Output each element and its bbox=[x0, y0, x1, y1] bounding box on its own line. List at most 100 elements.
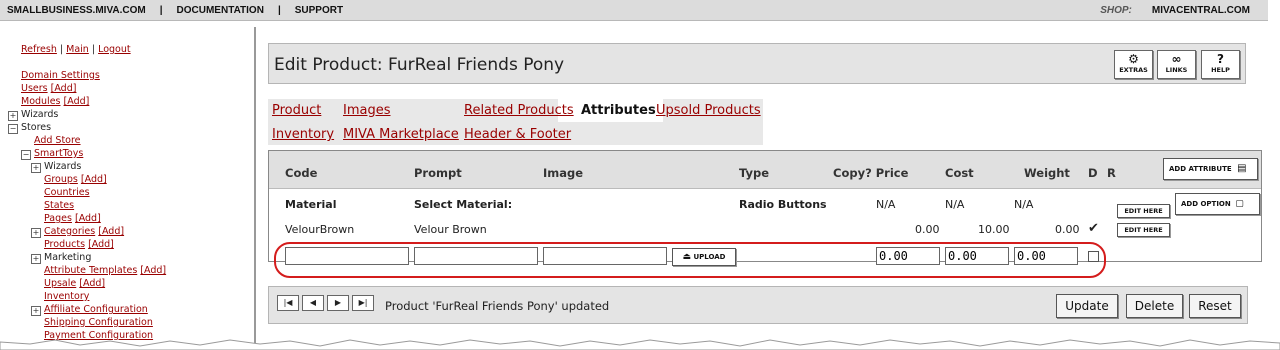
add-store-link[interactable]: Add Store bbox=[34, 135, 81, 146]
default-checkbox[interactable] bbox=[1088, 251, 1099, 262]
collapse-icon[interactable]: − bbox=[8, 124, 18, 134]
expand-icon[interactable]: + bbox=[8, 111, 18, 121]
new-weight-input[interactable] bbox=[1014, 247, 1078, 265]
states-link[interactable]: States bbox=[44, 200, 74, 211]
store-smarttoys-link[interactable]: SmartToys bbox=[34, 148, 83, 159]
help-icon: ? bbox=[1217, 52, 1224, 66]
domain-settings-link[interactable]: Domain Settings bbox=[21, 70, 100, 81]
attributes-header-row: Code Prompt Image Type Copy? Price Cost … bbox=[269, 151, 1261, 189]
main-panel: Edit Product: FurReal Friends Pony ⚙ EXT… bbox=[258, 27, 1268, 350]
support-link[interactable]: SUPPORT bbox=[295, 5, 343, 16]
modules-add-link[interactable]: [Add] bbox=[64, 96, 90, 107]
first-page-button[interactable]: |◀ bbox=[277, 295, 299, 311]
new-image-input[interactable] bbox=[543, 247, 667, 265]
attribute-templates-link[interactable]: Attribute Templates bbox=[44, 265, 137, 276]
column-d: D bbox=[1088, 166, 1098, 180]
shop-indicator: SHOP: MIVACENTRAL.COM bbox=[1100, 5, 1250, 16]
main-link[interactable]: Main bbox=[66, 44, 89, 55]
reset-button[interactable]: Reset bbox=[1189, 294, 1241, 318]
nav-top-links: Refresh | Main | Logout bbox=[21, 44, 131, 55]
documentation-link[interactable]: DOCUMENTATION bbox=[177, 5, 264, 16]
modules-link[interactable]: Modules bbox=[21, 96, 61, 107]
delete-button[interactable]: Delete bbox=[1126, 294, 1183, 318]
shipping-configuration-link[interactable]: Shipping Configuration bbox=[44, 317, 153, 328]
expand-icon[interactable]: + bbox=[31, 254, 41, 264]
tab-inventory[interactable]: Inventory bbox=[272, 127, 334, 142]
top-bar: SMALLBUSINESS.MIVA.COM | DOCUMENTATION | SUP… bbox=[0, 0, 1268, 21]
help-label: HELP bbox=[1211, 66, 1230, 74]
pages-add-link[interactable]: [Add] bbox=[75, 213, 101, 224]
tab-header-footer[interactable]: Header & Footer bbox=[464, 127, 571, 142]
upsale-link[interactable]: Upsale bbox=[44, 278, 76, 289]
default-check-icon: ✔ bbox=[1088, 221, 1099, 236]
new-code-input[interactable] bbox=[285, 247, 409, 265]
refresh-link[interactable]: Refresh bbox=[21, 44, 57, 55]
affiliate-configuration-link[interactable]: Affiliate Configuration bbox=[44, 304, 148, 315]
column-cost: Cost bbox=[945, 166, 974, 180]
add-attribute-button[interactable]: ADD ATTRIBUTE ▤ bbox=[1163, 158, 1258, 180]
prev-page-button[interactable]: ◀ bbox=[302, 295, 324, 311]
collapse-icon[interactable]: − bbox=[21, 150, 31, 160]
upsale-add-link[interactable]: [Add] bbox=[79, 278, 105, 289]
products-add-link[interactable]: [Add] bbox=[88, 239, 114, 250]
add-page-icon: ▤ bbox=[1237, 163, 1247, 174]
help-button[interactable]: ? HELP bbox=[1201, 50, 1240, 79]
new-cost-input[interactable] bbox=[945, 247, 1009, 265]
categories-link[interactable]: Categories bbox=[44, 226, 95, 237]
option-code: VelourBrown bbox=[285, 223, 355, 236]
marketing-label: Marketing bbox=[44, 252, 92, 263]
groups-link[interactable]: Groups bbox=[44, 174, 78, 185]
store-wizards-label: Wizards bbox=[44, 161, 82, 172]
tab-attributes[interactable]: Attributes bbox=[581, 103, 656, 118]
upload-button[interactable]: ⏏ UPLOAD bbox=[672, 248, 736, 266]
extras-button[interactable]: ⚙ EXTRAS bbox=[1114, 50, 1153, 79]
last-page-button[interactable]: ▶| bbox=[352, 295, 374, 311]
separator: | bbox=[159, 5, 163, 16]
add-attribute-label: ADD ATTRIBUTE bbox=[1169, 165, 1232, 173]
footer-bar: |◀ ◀ ▶ ▶| Product 'FurReal Friends Pony'… bbox=[268, 286, 1248, 324]
tab-upsold-products[interactable]: Upsold Products bbox=[656, 103, 761, 118]
extras-icon: ⚙ bbox=[1128, 52, 1139, 66]
expand-icon[interactable]: + bbox=[31, 228, 41, 238]
top-links: SMALLBUSINESS.MIVA.COM | DOCUMENTATION | SUP… bbox=[7, 5, 343, 16]
attribute-weight: N/A bbox=[1014, 198, 1034, 211]
add-option-label: ADD OPTION bbox=[1181, 200, 1231, 208]
inventory-link[interactable]: Inventory bbox=[44, 291, 89, 302]
links-label: LINKS bbox=[1165, 66, 1188, 74]
separator: | bbox=[277, 5, 281, 16]
column-prompt: Prompt bbox=[414, 166, 462, 180]
column-weight: Weight bbox=[1024, 166, 1070, 180]
new-price-input[interactable] bbox=[876, 247, 940, 265]
shop-value-link[interactable]: MIVACENTRAL.COM bbox=[1152, 5, 1250, 16]
add-option-button[interactable]: ADD OPTION ▢ bbox=[1175, 193, 1260, 215]
left-navigation: Refresh | Main | Logout Domain Settings … bbox=[0, 27, 256, 350]
tab-product[interactable]: Product bbox=[272, 103, 321, 118]
attribute-type: Radio Buttons bbox=[739, 198, 827, 211]
expand-icon[interactable]: + bbox=[31, 306, 41, 316]
categories-add-link[interactable]: [Add] bbox=[98, 226, 124, 237]
edit-here-button[interactable]: EDIT HERE bbox=[1117, 223, 1170, 237]
smallbusiness-link[interactable]: SMALLBUSINESS.MIVA.COM bbox=[7, 5, 146, 16]
logout-link[interactable]: Logout bbox=[98, 44, 131, 55]
countries-link[interactable]: Countries bbox=[44, 187, 90, 198]
attribute-templates-add-link[interactable]: [Add] bbox=[140, 265, 166, 276]
new-prompt-input[interactable] bbox=[414, 247, 538, 265]
column-type: Type bbox=[739, 166, 770, 180]
products-link[interactable]: Products bbox=[44, 239, 85, 250]
expand-icon[interactable]: + bbox=[31, 163, 41, 173]
stores-label: Stores bbox=[21, 122, 52, 133]
column-image: Image bbox=[543, 166, 584, 180]
links-button[interactable]: ∞ LINKS bbox=[1157, 50, 1196, 79]
groups-add-link[interactable]: [Add] bbox=[81, 174, 107, 185]
tab-images[interactable]: Images bbox=[343, 103, 391, 118]
users-link[interactable]: Users bbox=[21, 83, 48, 94]
option-weight: 0.00 bbox=[1055, 223, 1080, 236]
tab-miva-marketplace[interactable]: MIVA Marketplace bbox=[343, 127, 459, 142]
edit-here-button[interactable]: EDIT HERE bbox=[1117, 204, 1170, 218]
users-add-link[interactable]: [Add] bbox=[51, 83, 77, 94]
update-button[interactable]: Update bbox=[1056, 294, 1118, 318]
next-page-button[interactable]: ▶ bbox=[327, 295, 349, 311]
tab-related-products[interactable]: Related Products bbox=[464, 103, 574, 118]
attribute-code: Material bbox=[285, 198, 337, 211]
pages-link[interactable]: Pages bbox=[44, 213, 72, 224]
